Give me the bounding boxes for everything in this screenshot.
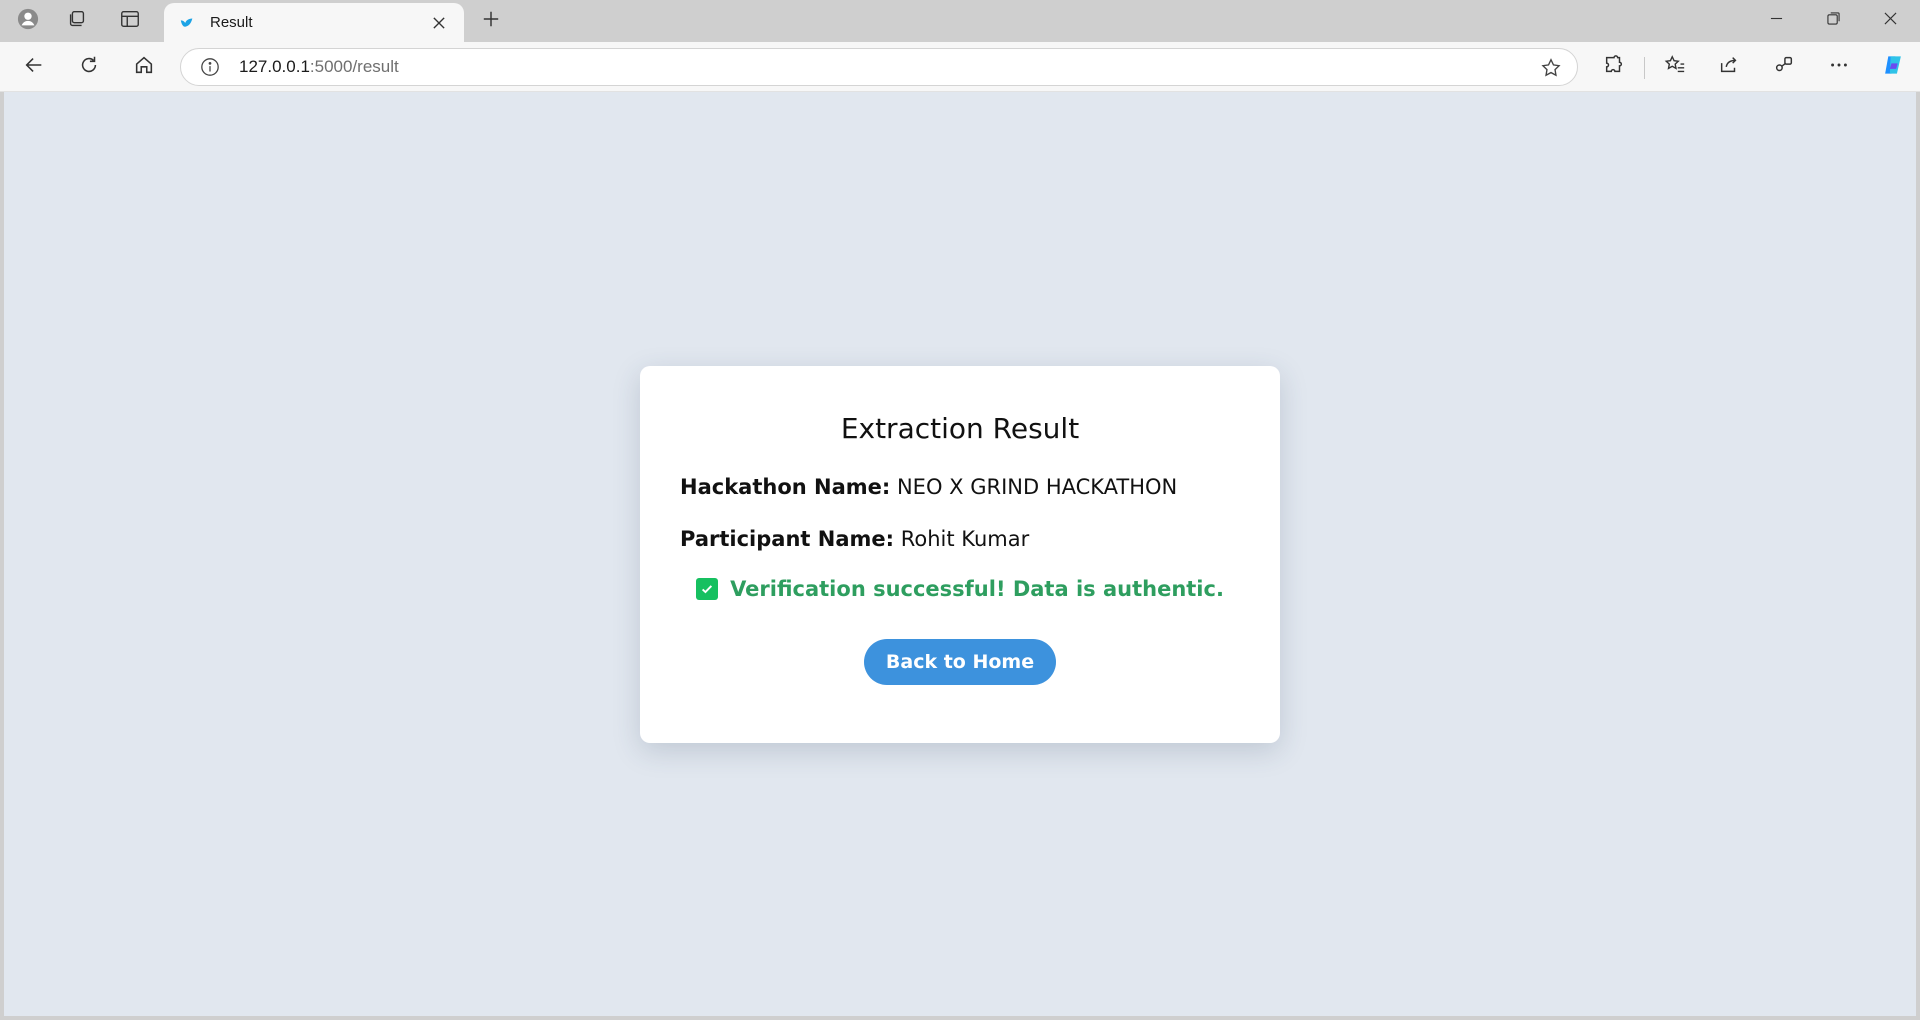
tab-actions-icon (119, 8, 141, 35)
tab-close-icon[interactable] (426, 10, 452, 36)
vertical-tabs-button[interactable] (110, 6, 150, 36)
participant-value: Rohit Kumar (900, 527, 1030, 551)
tab-strip: Result (0, 0, 1920, 42)
refresh-button[interactable] (69, 49, 109, 85)
restore-icon (1826, 12, 1840, 30)
copilot-button[interactable] (1873, 49, 1913, 85)
extensions-button[interactable] (1594, 49, 1634, 85)
toolbar-separator (1644, 57, 1645, 79)
address-bar[interactable]: 127.0.0.1:5000/result (180, 48, 1578, 86)
hackathon-row: Hackathon Name: NEO X GRIND HACKATHON (680, 475, 1240, 499)
restore-button[interactable] (1805, 0, 1861, 42)
verification-message: Verification successful! Data is authent… (730, 577, 1224, 601)
browser-toolbar: 127.0.0.1:5000/result (0, 42, 1920, 92)
copilot-icon (1882, 54, 1904, 81)
collections-button[interactable] (1764, 49, 1804, 85)
hackathon-label: Hackathon Name: (680, 475, 891, 499)
refresh-icon (78, 54, 100, 81)
participant-label: Participant Name: (680, 527, 895, 551)
back-button[interactable] (14, 49, 54, 85)
back-to-home-button[interactable]: Back to Home (864, 639, 1056, 685)
url-text: 127.0.0.1:5000/result (239, 57, 399, 77)
workspaces-button[interactable] (57, 6, 97, 36)
workspaces-icon (66, 8, 88, 35)
result-card: Extraction Result Hackathon Name: NEO X … (640, 366, 1280, 743)
participant-row: Participant Name: Rohit Kumar (680, 527, 1240, 551)
minimize-button[interactable] (1748, 0, 1804, 42)
more-menu-button[interactable] (1819, 49, 1859, 85)
favicon-icon (178, 14, 196, 32)
verification-status: Verification successful! Data is authent… (680, 577, 1240, 601)
plus-icon (482, 10, 500, 33)
url-host: 127.0.0.1 (239, 57, 310, 76)
tab-result[interactable]: Result (164, 3, 464, 42)
close-window-button[interactable] (1862, 0, 1918, 42)
minimize-icon (1770, 12, 1783, 30)
tab-title: Result (210, 14, 253, 31)
share-button[interactable] (1709, 49, 1749, 85)
home-icon (133, 54, 155, 81)
home-button[interactable] (124, 49, 164, 85)
button-container: Back to Home (680, 639, 1240, 685)
profile-button[interactable] (8, 6, 48, 36)
checkmark-icon (696, 578, 719, 600)
favorite-star-icon[interactable] (1539, 56, 1563, 80)
puzzle-icon (1603, 54, 1625, 81)
profile-icon (17, 8, 39, 35)
favorites-icon (1664, 54, 1686, 81)
share-icon (1718, 54, 1740, 81)
more-dots-icon (1828, 54, 1850, 81)
close-icon (1884, 12, 1897, 30)
new-tab-button[interactable] (474, 6, 508, 36)
page-title: Extraction Result (840, 412, 1080, 445)
url-path: :5000/result (309, 57, 399, 76)
hackathon-value: NEO X GRIND HACKATHON (896, 475, 1178, 499)
collections-icon (1773, 54, 1795, 81)
favorites-button[interactable] (1655, 49, 1695, 85)
arrow-left-icon (23, 54, 45, 81)
info-icon[interactable] (199, 56, 221, 78)
page-viewport: Extraction Result Hackathon Name: NEO X … (4, 92, 1916, 1016)
